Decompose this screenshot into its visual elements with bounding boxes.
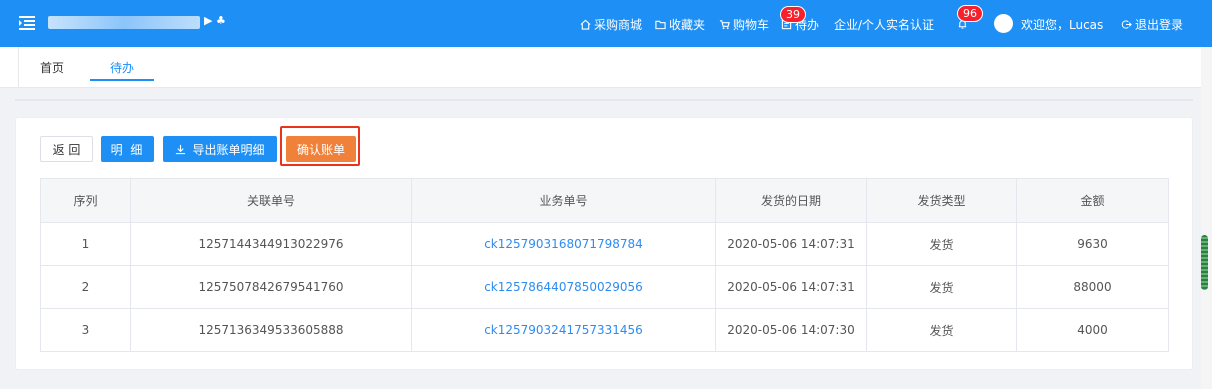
welcome-text: 欢迎您，Lucas (1021, 15, 1103, 33)
blurred-logo (48, 16, 200, 29)
cell-amount: 88000 (1016, 265, 1169, 309)
active-tab-indicator (90, 79, 154, 81)
export-bill-details-label: 导出账单明细 (192, 142, 265, 157)
tab-home[interactable]: 首页 (40, 59, 64, 77)
cell-ship-type: 发货 (866, 222, 1017, 266)
export-bill-details-button[interactable]: 导出账单明细 (163, 136, 277, 162)
cell-business-no-link[interactable]: ck1257903241757331456 (411, 308, 716, 352)
table-row: 3 1257136349533605888 ck1257903241757331… (40, 308, 1169, 352)
column-header-amount: 金额 (1016, 178, 1169, 223)
notification-count-badge: 96 (957, 5, 983, 22)
table-row: 1 1257144344913022976 ck1257903168071798… (40, 222, 1169, 266)
column-header-ship-date: 发货的日期 (715, 178, 867, 223)
divider (15, 99, 1193, 101)
cell-related-no: 1257144344913022976 (130, 222, 412, 266)
nav-mall-label: 采购商城 (594, 17, 643, 32)
tab-todo[interactable]: 待办 (110, 59, 134, 77)
scrollbar-thumb[interactable] (1201, 235, 1208, 290)
menu-toggle-icon[interactable] (18, 14, 36, 32)
cell-ship-type: 发货 (866, 265, 1017, 309)
cell-related-no: 1257136349533605888 (130, 308, 412, 352)
cell-business-no-link[interactable]: ck1257864407850029056 (411, 265, 716, 309)
table-row: 2 1257507842679541760 ck1257864407850029… (40, 265, 1169, 309)
logout-icon (1121, 19, 1132, 29)
column-header-ship-type: 发货类型 (866, 178, 1017, 223)
back-button[interactable]: 返 回 (40, 136, 93, 162)
logout-label: 退出登录 (1135, 17, 1184, 32)
table-header-row: 序列 关联单号 业务单号 发货的日期 发货类型 金额 (40, 178, 1169, 223)
cart-icon (719, 19, 730, 29)
page-tabs: 首页 待办 (0, 47, 1201, 88)
cell-business-no-link[interactable]: ck1257903168071798784 (411, 222, 716, 266)
nav-cart[interactable]: 购物车 (719, 15, 769, 33)
avatar[interactable] (994, 14, 1013, 33)
cell-index: 1 (40, 222, 131, 266)
nav-cart-label: 购物车 (733, 17, 770, 32)
cell-amount: 4000 (1016, 308, 1169, 352)
cell-ship-date: 2020-05-06 14:07:31 (715, 265, 867, 309)
tabs-divider (18, 47, 19, 88)
cell-amount: 9630 (1016, 222, 1169, 266)
house-icon (580, 19, 591, 30)
detail-button[interactable]: 明 细 (101, 136, 154, 162)
download-icon (176, 144, 186, 154)
column-header-index: 序列 (40, 178, 131, 223)
bill-table: 序列 关联单号 业务单号 发货的日期 发货类型 金额 1 12571443449… (40, 178, 1169, 352)
cell-ship-date: 2020-05-06 14:07:30 (715, 308, 867, 352)
nav-mall[interactable]: 采购商城 (580, 15, 642, 33)
confirm-bill-button[interactable]: 确认账单 (286, 136, 356, 162)
logo-glyphs: ▶ ♣ (204, 14, 226, 27)
nav-verification[interactable]: 企业/个人实名认证 (834, 15, 934, 33)
cell-index: 3 (40, 308, 131, 352)
cell-ship-type: 发货 (866, 308, 1017, 352)
column-header-related-no: 关联单号 (130, 178, 412, 223)
logout-link[interactable]: 退出登录 (1121, 15, 1183, 33)
top-header: ▶ ♣ 采购商城 收藏夹 购物车 待办 39 企业/个人实名认证 96 欢迎您，… (0, 0, 1212, 47)
welcome-label: 欢迎您，Lucas (1021, 17, 1104, 32)
todo-count-badge: 39 (780, 6, 806, 23)
cell-related-no: 1257507842679541760 (130, 265, 412, 309)
cell-ship-date: 2020-05-06 14:07:31 (715, 222, 867, 266)
cell-index: 2 (40, 265, 131, 309)
nav-favorites-label: 收藏夹 (669, 17, 706, 32)
nav-verification-label: 企业/个人实名认证 (834, 17, 935, 32)
scrollbar-track[interactable] (1201, 47, 1212, 389)
column-header-business-no: 业务单号 (411, 178, 716, 223)
folder-icon (655, 20, 666, 29)
nav-favorites[interactable]: 收藏夹 (655, 15, 705, 33)
